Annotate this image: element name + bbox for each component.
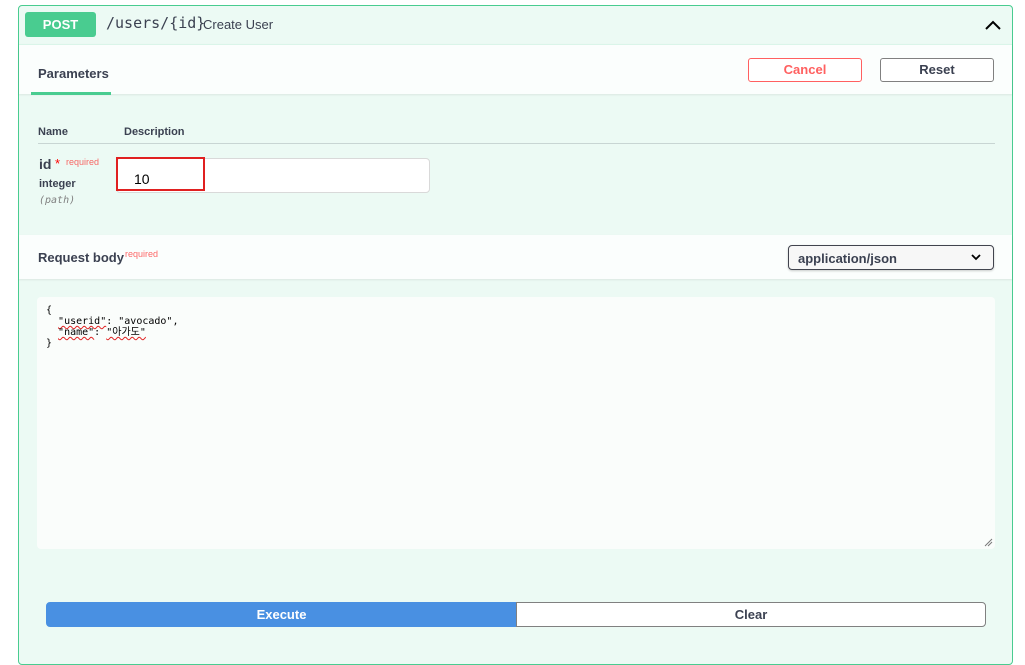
clear-button[interactable]: Clear: [516, 602, 986, 627]
request-body-title: Request body: [38, 250, 124, 265]
id-input-value[interactable]: 10: [134, 171, 150, 187]
code-separator: :: [106, 316, 119, 327]
code-key-userid: "userid": [58, 316, 107, 327]
code-value-name: "아가도": [106, 327, 146, 338]
chevron-down-icon: [971, 254, 981, 261]
code-value-userid: "avocado",: [118, 316, 179, 327]
operation-description: Create User: [203, 17, 274, 32]
request-body-code[interactable]: { "userid": "avocado", "name": "아가도" }: [46, 305, 178, 349]
tab-parameters[interactable]: Parameters: [31, 44, 111, 95]
param-location: (path): [39, 195, 76, 206]
required-star: *: [55, 156, 61, 171]
table-divider: [38, 143, 995, 144]
cancel-button[interactable]: Cancel: [748, 58, 862, 82]
param-required-label: required: [66, 157, 100, 167]
request-body-editor[interactable]: { "userid": "avocado", "name": "아가도" }: [37, 297, 995, 549]
input-highlight-box: [116, 157, 205, 191]
code-line-close: }: [46, 338, 53, 349]
code-key-name: "name": [58, 327, 95, 338]
content-type-value: application/json: [798, 251, 897, 266]
param-type: integer: [39, 178, 76, 190]
column-header-description: Description: [124, 126, 185, 138]
param-name: id: [39, 156, 52, 172]
http-method-badge: POST: [25, 12, 96, 37]
code-line-open: {: [46, 305, 53, 316]
execute-button[interactable]: Execute: [46, 602, 517, 627]
reset-button[interactable]: Reset: [880, 58, 994, 82]
parameters-header: Parameters Cancel Reset: [19, 44, 1012, 95]
request-body-header: Request body required application/json: [19, 235, 1012, 279]
request-body-required-label: required: [125, 249, 159, 259]
code-separator: :: [94, 327, 107, 338]
chevron-up-icon[interactable]: [979, 12, 1007, 38]
tab-parameters-label: Parameters: [38, 66, 109, 81]
column-header-name: Name: [38, 126, 68, 138]
operation-block: POST /users/{id} Create User Parameters …: [18, 5, 1013, 665]
endpoint-path: /users/{id}: [106, 14, 206, 32]
resize-handle-icon[interactable]: [984, 538, 993, 547]
operation-summary[interactable]: POST /users/{id} Create User: [19, 6, 1012, 45]
content-type-select[interactable]: application/json: [788, 245, 994, 270]
